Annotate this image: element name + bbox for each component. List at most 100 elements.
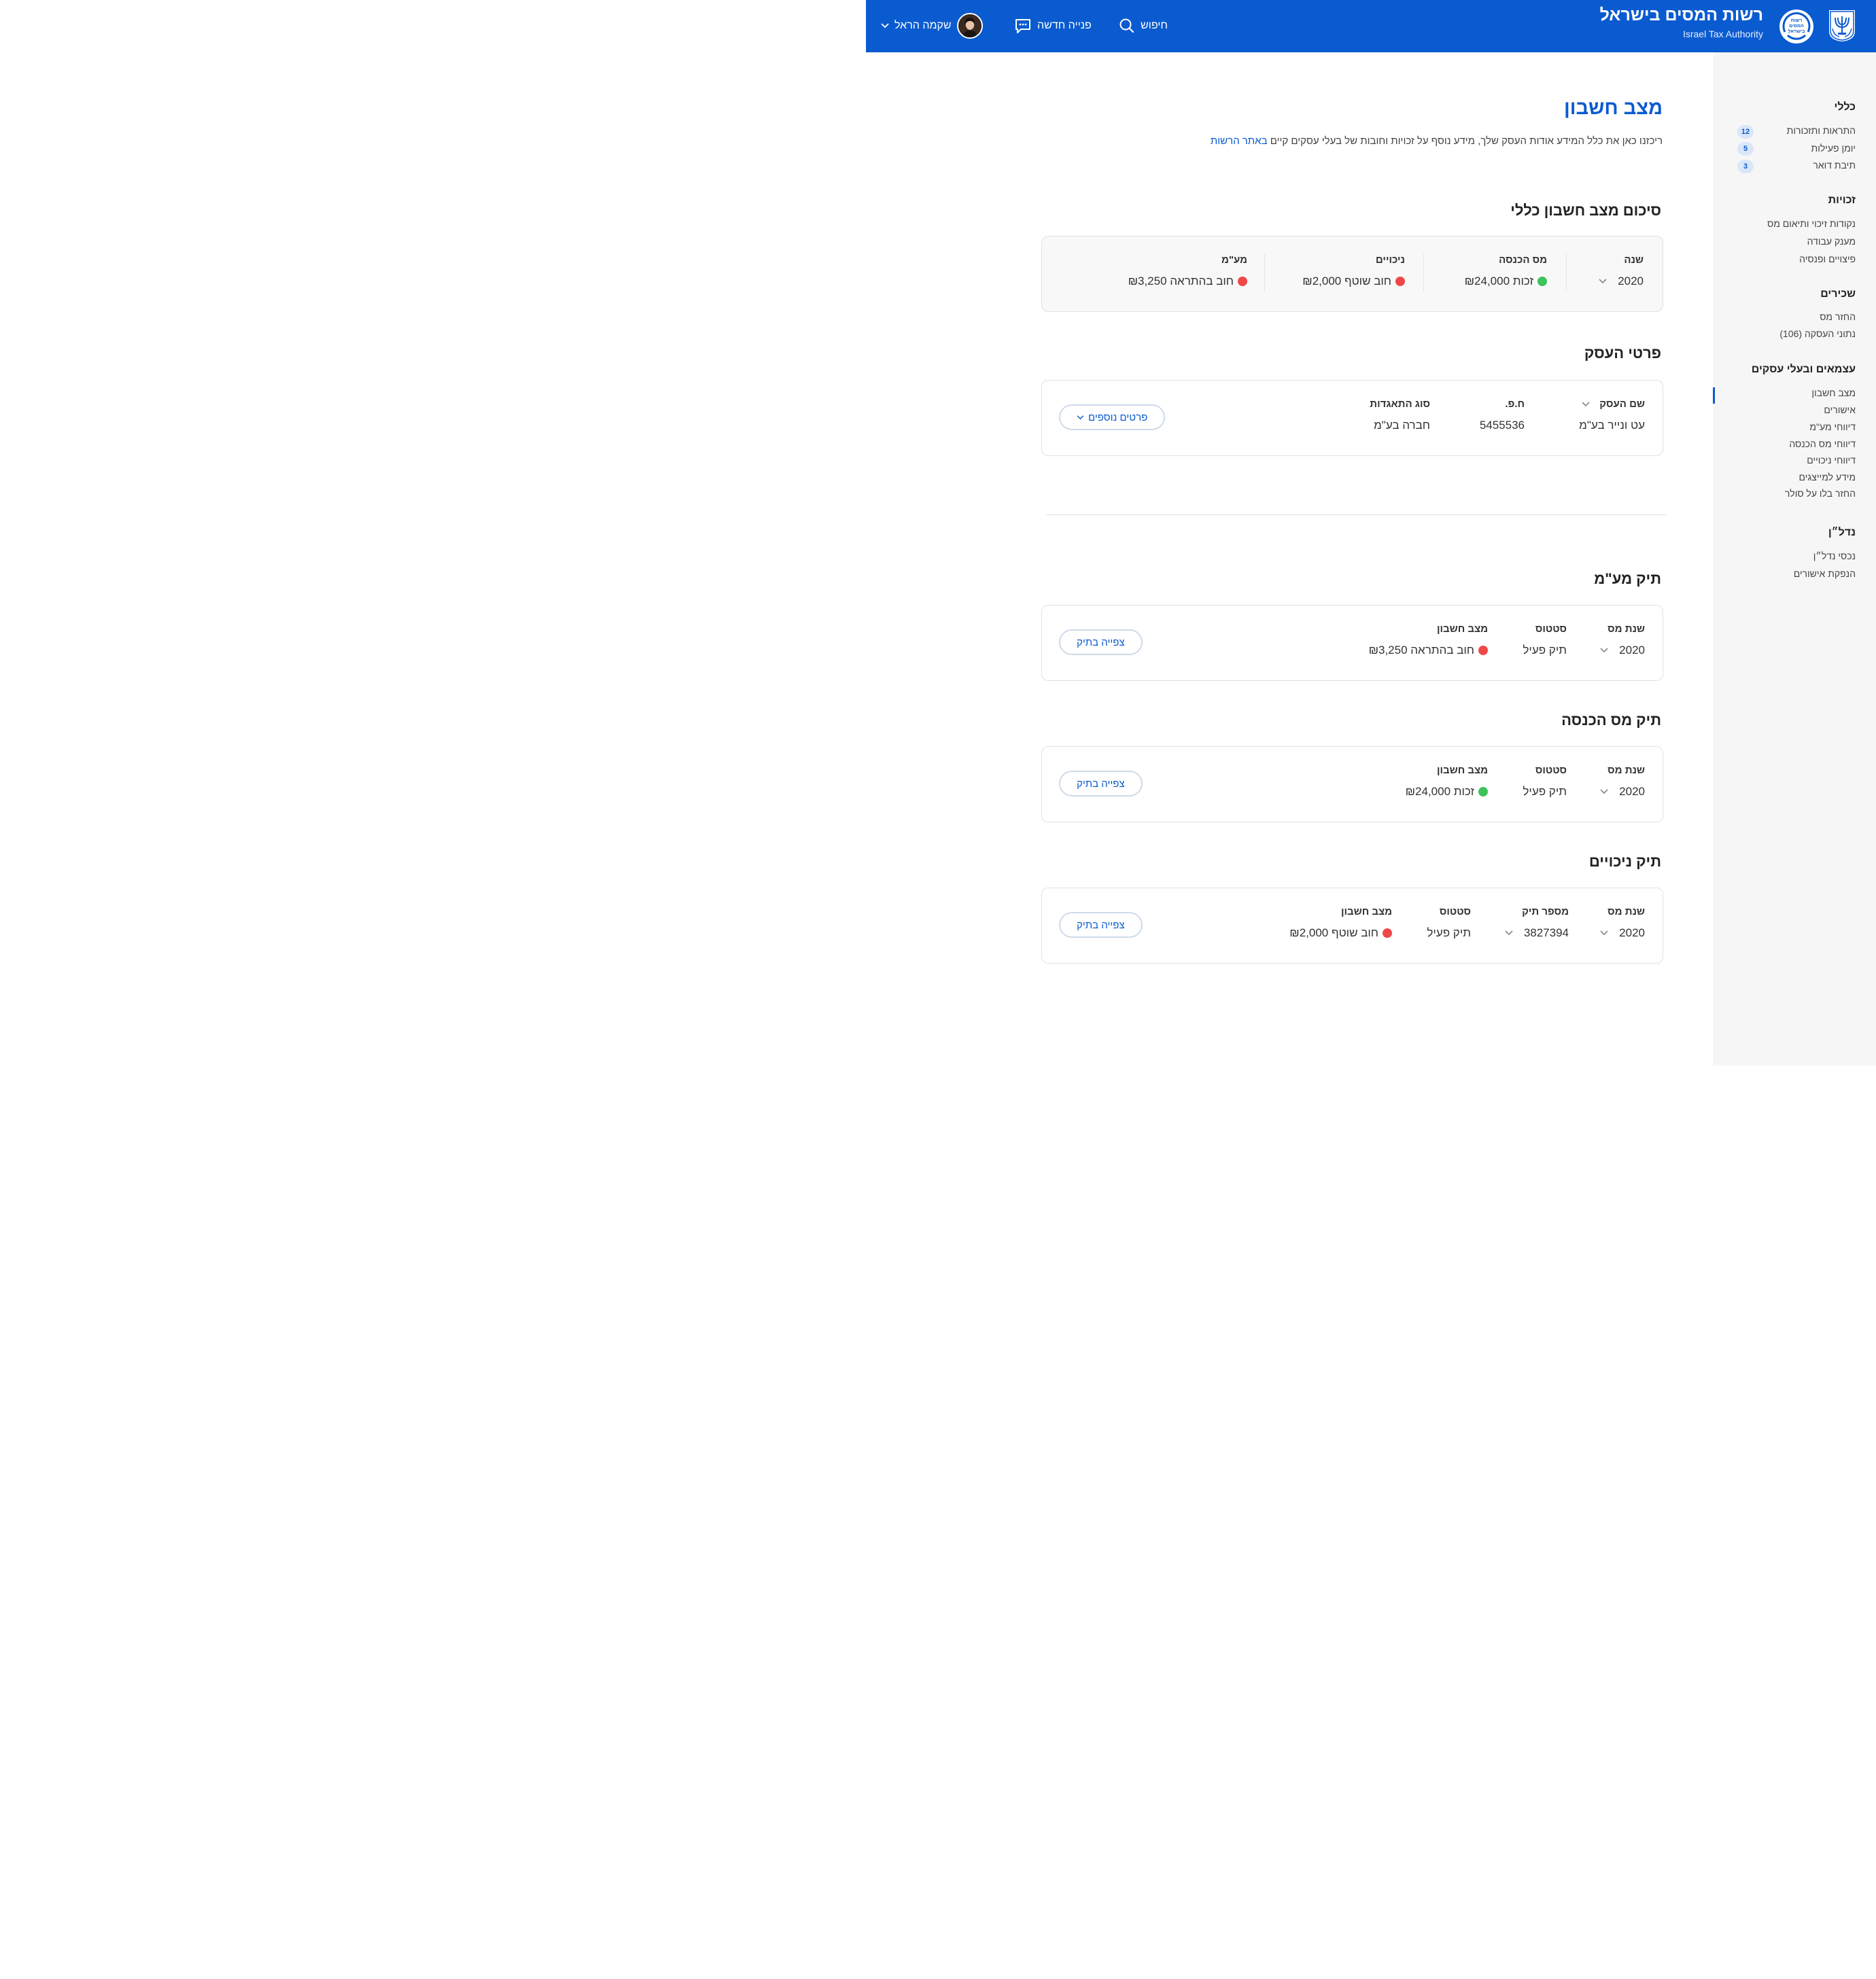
summary-income-label: מס הכנסה xyxy=(1499,254,1547,266)
sidebar-item-106[interactable]: (106) נתוני העסקה xyxy=(1779,328,1856,339)
business-type-col: סוג התאגדות חברה בע"מ xyxy=(1342,381,1430,457)
sidebar-item-activity-log[interactable]: יומן פעילות xyxy=(1811,143,1856,154)
deductions-balance-value: חוב שוטף ₪2,000 xyxy=(1289,926,1378,939)
summary-deductions-label: ניכויים xyxy=(1375,254,1405,266)
income-file-card: שנת מס 2020 סטטוס תיק פעיל מצב חשבון זכו… xyxy=(1041,746,1663,822)
summary-income-status: זכות ₪24,000 xyxy=(1465,275,1547,288)
chevron-down-icon xyxy=(1600,789,1608,794)
alert-debt-status-dot xyxy=(1478,646,1488,655)
sidebar-item-approvals[interactable]: אישורים xyxy=(1824,404,1856,415)
more-details-button[interactable]: פרטים נוספים xyxy=(1059,404,1166,430)
vat-balance-status: חוב בהתראה ₪3,250 xyxy=(1369,644,1488,657)
summary-vat-col: מע"מ חוב בהתראה ₪3,250 xyxy=(1098,237,1247,313)
sidebar-item-income-tax-reports[interactable]: דיווחי מס הכנסה xyxy=(1789,438,1856,449)
summary-deductions-value: חוב שוטף ₪2,000 xyxy=(1302,275,1391,287)
main-content: מצב חשבון ריכזנו כאן את כלל המידע אודות … xyxy=(866,52,1713,1066)
column-divider xyxy=(1566,254,1567,292)
business-type-value: חברה בע"מ xyxy=(1374,419,1430,432)
deductions-file-no-label: מספר תיק xyxy=(1522,906,1569,917)
chevron-down-icon xyxy=(1599,279,1607,284)
chevron-down-icon xyxy=(1600,930,1608,936)
new-request-button[interactable]: פנייה חדשה xyxy=(1014,15,1092,37)
sidebar-item-diesel-refund[interactable]: החזר בלו על סולר xyxy=(1785,488,1856,499)
summary-year-value: 2020 xyxy=(1618,275,1644,287)
summary-year-label: שנה xyxy=(1624,254,1644,266)
logo-text-1: רשות xyxy=(1790,18,1803,23)
business-id-label: ח.פ. xyxy=(1505,398,1525,410)
deductions-status-label: סטטוס xyxy=(1439,906,1471,917)
sidebar-item-account-status[interactable]: מצב חשבון xyxy=(1811,387,1856,398)
view-file-label: צפייה בתיק xyxy=(1077,636,1125,648)
search-label: חיפוש xyxy=(1141,20,1168,31)
business-card: שם העסק עט ונייר בע"מ ח.פ. 5455536 סוג ה… xyxy=(1041,380,1663,456)
business-name-label-row[interactable]: שם העסק xyxy=(1582,398,1645,410)
business-section-title: פרטי העסק xyxy=(1584,345,1661,362)
sidebar-section-real-estate: נדל״ן xyxy=(1828,527,1856,538)
sidebar-item-alerts[interactable]: התראות ותזכורות xyxy=(1787,125,1856,136)
summary-year-col: שנה 2020 xyxy=(1569,237,1644,313)
chevron-down-icon xyxy=(881,23,889,29)
summary-vat-status: חוב בהתראה ₪3,250 xyxy=(1128,275,1247,288)
logo-text-2: המסים xyxy=(1789,24,1804,29)
user-name: שקמה הראל xyxy=(894,20,952,31)
deductions-balance-col: מצב חשבון חוב שוטף ₪2,000 xyxy=(1256,888,1392,964)
sidebar-item-tax-credits[interactable]: נקודות זיכוי ותיאום מס xyxy=(1767,218,1856,229)
column-divider xyxy=(1423,254,1424,292)
income-file-title: תיק מס הכנסה xyxy=(1561,712,1661,729)
deductions-status-col: סטטוס תיק פעיל xyxy=(1417,888,1471,964)
business-id-value: 5455536 xyxy=(1479,419,1525,432)
vat-status-col: סטטוס תיק פעיל xyxy=(1512,606,1567,682)
view-vat-file-button[interactable]: צפייה בתיק xyxy=(1059,629,1143,655)
view-file-label: צפייה בתיק xyxy=(1077,777,1125,790)
sidebar-item-tax-refund[interactable]: החזר מס xyxy=(1820,311,1856,322)
summary-income-value: זכות ₪24,000 xyxy=(1464,275,1533,287)
debt-status-dot xyxy=(1383,928,1392,938)
business-name-col: שם העסק עט ונייר בע"מ xyxy=(1557,381,1645,457)
income-year-label: שנת מס xyxy=(1608,765,1645,776)
income-balance-status: זכות ₪24,000 xyxy=(1406,785,1488,799)
column-divider xyxy=(1264,254,1265,292)
income-status-col: סטטוס תיק פעיל xyxy=(1512,747,1567,823)
user-avatar-icon xyxy=(958,14,982,37)
sidebar-item-deduction-reports[interactable]: דיווחי ניכויים xyxy=(1807,455,1856,466)
alerts-count-badge: 12 xyxy=(1737,125,1754,139)
chevron-down-icon xyxy=(1505,930,1513,936)
vat-year-value: 2020 xyxy=(1619,644,1645,656)
view-income-file-button[interactable]: צפייה בתיק xyxy=(1059,771,1143,796)
search-icon xyxy=(1119,18,1134,33)
summary-section-title: סיכום מצב חשבון כללי xyxy=(1510,202,1661,219)
vat-year-select[interactable]: 2020 xyxy=(1600,644,1645,657)
vat-file-title: תיק מע"מ xyxy=(1594,570,1661,587)
sidebar-section-rights: זכויות xyxy=(1828,194,1856,206)
sidebar-item-properties[interactable]: נכסי נדל״ן xyxy=(1813,550,1856,561)
chevron-down-icon xyxy=(1077,415,1084,419)
summary-deductions-col: ניכויים חוב שוטף ₪2,000 xyxy=(1262,237,1405,313)
sidebar-item-mailbox[interactable]: תיבת דואר xyxy=(1813,160,1856,171)
summary-year-select[interactable]: 2020 xyxy=(1599,275,1644,288)
sidebar-item-work-grant[interactable]: מענק עבודה xyxy=(1807,236,1856,247)
search-button[interactable]: חיפוש xyxy=(1119,15,1168,37)
deductions-year-select[interactable]: 2020 xyxy=(1600,926,1645,940)
summary-card: שנה 2020 מס הכנסה זכות ₪24,000 ניכויים ח… xyxy=(1041,236,1663,312)
avatar xyxy=(956,13,983,39)
vat-balance-col: מצב חשבון חוב בהתראה ₪3,250 xyxy=(1352,606,1488,682)
sidebar-item-representatives[interactable]: מידע למייצגים xyxy=(1799,472,1856,483)
sidebar-item-pension[interactable]: פיצויים ופנסיה xyxy=(1799,253,1856,264)
income-year-select[interactable]: 2020 xyxy=(1600,785,1645,799)
sidebar-item-issue-approvals[interactable]: הנפקת אישורים xyxy=(1794,568,1856,579)
business-id-col: ח.פ. 5455536 xyxy=(1457,381,1525,457)
user-menu[interactable]: שקמה הראל xyxy=(881,13,983,39)
vat-balance-value: חוב בהתראה ₪3,250 xyxy=(1368,644,1474,656)
sidebar-section-business: עצמאים ובעלי עסקים xyxy=(1751,364,1856,375)
business-name-value: עט ונייר בע"מ xyxy=(1579,419,1645,432)
summary-vat-label: מע"מ xyxy=(1221,254,1247,266)
debt-status-dot xyxy=(1395,277,1405,286)
view-deductions-file-button[interactable]: צפייה בתיק xyxy=(1059,912,1143,938)
authority-site-link[interactable]: באתר הרשות xyxy=(1211,135,1268,147)
more-details-label: פרטים נוספים xyxy=(1088,411,1148,423)
income-status-label: סטטוס xyxy=(1535,765,1567,776)
sidebar-item-vat-reports[interactable]: דיווחי מע"מ xyxy=(1809,421,1856,432)
deductions-file-no-select[interactable]: 3827394 xyxy=(1505,926,1569,940)
income-balance-label: מצב חשבון xyxy=(1436,765,1488,776)
brand-title: רשות המסים בישראל xyxy=(1599,5,1763,24)
